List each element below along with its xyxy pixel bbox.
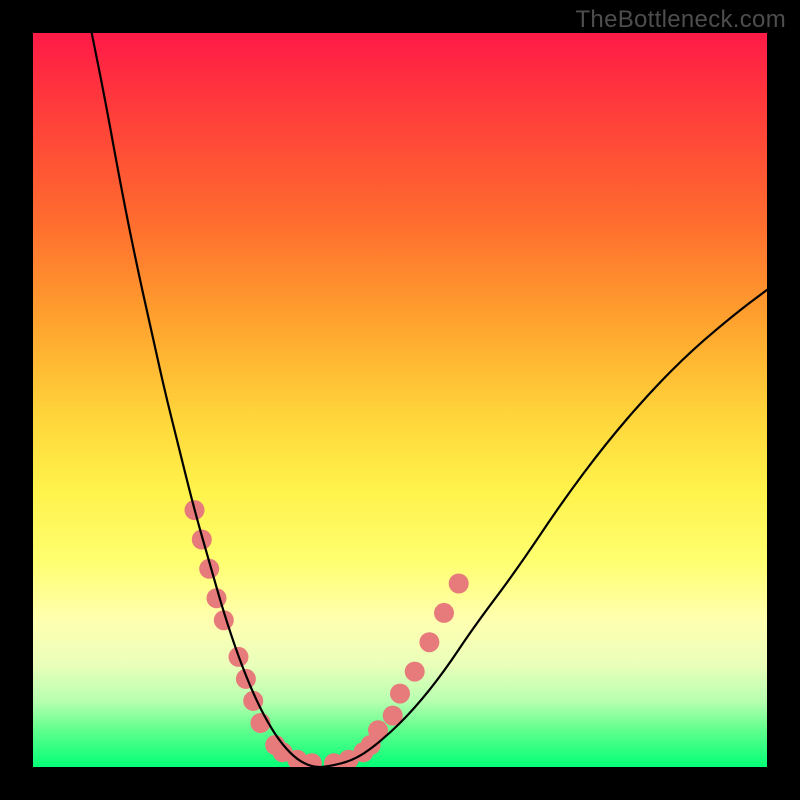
chart-overlay bbox=[33, 33, 767, 767]
highlight-dot bbox=[390, 684, 410, 704]
watermark-label: TheBottleneck.com bbox=[575, 6, 786, 34]
highlight-dots bbox=[185, 500, 469, 767]
bottleneck-curve bbox=[92, 33, 767, 767]
highlight-dot bbox=[449, 574, 469, 594]
highlight-dot bbox=[236, 669, 256, 689]
chart-frame: TheBottleneck.com bbox=[0, 0, 800, 800]
plot-area bbox=[33, 33, 767, 767]
highlight-dot bbox=[419, 632, 439, 652]
highlight-dot bbox=[434, 603, 454, 623]
highlight-dot bbox=[405, 662, 425, 682]
